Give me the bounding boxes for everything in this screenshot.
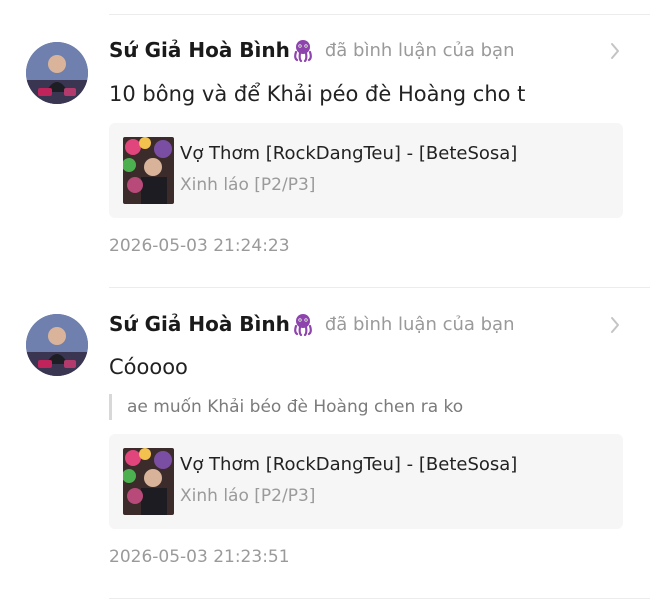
- purple-octopus-icon: [291, 38, 315, 63]
- timestamp: 2026-05-03 21:23:51: [109, 547, 290, 567]
- action-text: đã bình luận của bạn: [324, 39, 515, 61]
- post-thumbnail: [123, 448, 174, 515]
- divider: [109, 598, 650, 599]
- timestamp: 2026-05-03 21:24:23: [109, 236, 290, 256]
- divider: [109, 14, 650, 15]
- divider: [109, 287, 650, 288]
- purple-octopus-icon: [291, 312, 315, 337]
- avatar[interactable]: [26, 42, 88, 104]
- post-thumbnail: [123, 137, 174, 204]
- post-subtitle: Xinh láo [P2/P3]: [180, 486, 316, 506]
- post-title: Vợ Thơm [RockDangTeu] - [BeteSosa]: [180, 143, 518, 164]
- chevron-right-icon[interactable]: [608, 41, 622, 61]
- post-title: Vợ Thơm [RockDangTeu] - [BeteSosa]: [180, 454, 518, 475]
- post-card[interactable]: Vợ Thơm [RockDangTeu] - [BeteSosa] Xinh …: [109, 123, 623, 218]
- notification-header: Sứ Giả Hoà Bình đã bình luận của bạn: [109, 310, 622, 338]
- quoted-comment: ae muốn Khải béo đè Hoàng chen ra ko: [109, 394, 463, 420]
- chevron-right-icon[interactable]: [608, 315, 622, 335]
- post-card[interactable]: Vợ Thơm [RockDangTeu] - [BeteSosa] Xinh …: [109, 434, 623, 529]
- action-text: đã bình luận của bạn: [324, 313, 515, 335]
- comment-text: Cóoooo: [109, 355, 188, 379]
- comment-text: 10 bông và để Khải péo đè Hoàng cho t: [109, 82, 526, 106]
- avatar[interactable]: [26, 314, 88, 376]
- username[interactable]: Sứ Giả Hoà Bình: [109, 312, 290, 336]
- post-subtitle: Xinh láo [P2/P3]: [180, 175, 316, 195]
- notification-header: Sứ Giả Hoà Bình đã bình luận của bạn: [109, 36, 622, 64]
- notification-feed: Sứ Giả Hoà Bình đã bình luận của bạn 10 …: [0, 0, 650, 600]
- username[interactable]: Sứ Giả Hoà Bình: [109, 38, 290, 62]
